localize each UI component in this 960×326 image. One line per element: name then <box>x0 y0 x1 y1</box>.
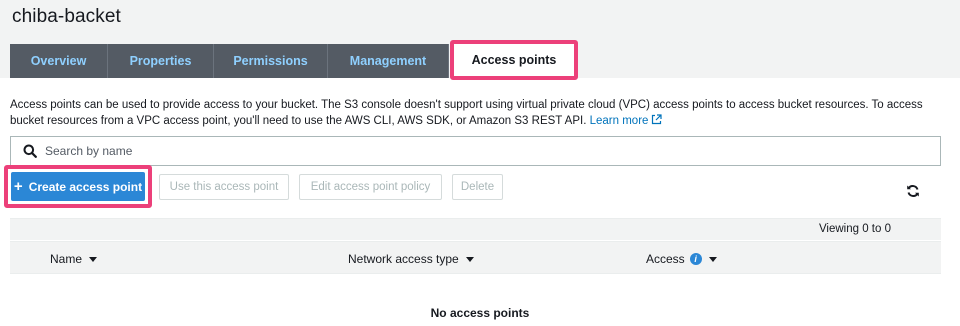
description-text: Access points can be used to provide acc… <box>10 99 923 127</box>
page-header: chiba-backet Overview Properties Permiss… <box>0 0 960 80</box>
tab-management[interactable]: Management <box>328 44 449 78</box>
table-header: Name Network access type Access i <box>10 241 941 274</box>
delete-button[interactable]: Delete <box>452 174 503 200</box>
bucket-title: chiba-backet <box>12 6 121 27</box>
sort-caret-icon <box>465 256 474 262</box>
tab-overview[interactable]: Overview <box>10 44 108 78</box>
description: Access points can be used to provide acc… <box>10 97 945 130</box>
search-icon <box>23 144 37 163</box>
column-network-access-type[interactable]: Network access type <box>348 252 474 266</box>
external-link-icon <box>651 114 663 130</box>
search-input[interactable] <box>45 141 925 161</box>
sort-caret-icon <box>708 256 717 262</box>
plus-icon: + <box>13 178 23 195</box>
column-access[interactable]: Access i <box>646 252 717 266</box>
table-pagination-bar: Viewing 0 to 0 <box>10 218 941 240</box>
tab-access-points[interactable]: Access points <box>450 40 578 80</box>
learn-more-link[interactable]: Learn more <box>590 114 663 130</box>
edit-policy-button[interactable]: Edit access point policy <box>299 174 442 200</box>
tab-properties[interactable]: Properties <box>108 44 214 78</box>
empty-state-message: No access points <box>430 306 530 320</box>
create-access-point-button[interactable]: + Create access point <box>11 172 145 201</box>
viewing-count: Viewing 0 to 0 <box>818 223 891 235</box>
refresh-icon[interactable] <box>906 184 920 203</box>
column-name[interactable]: Name <box>50 252 98 266</box>
use-access-point-button[interactable]: Use this access point <box>159 174 289 200</box>
info-icon[interactable]: i <box>689 253 702 265</box>
create-highlight: + Create access point <box>4 165 152 208</box>
search-bar <box>10 136 941 166</box>
sort-caret-icon <box>89 256 98 262</box>
create-label: Create access point <box>28 179 143 194</box>
tab-permissions[interactable]: Permissions <box>214 44 328 78</box>
